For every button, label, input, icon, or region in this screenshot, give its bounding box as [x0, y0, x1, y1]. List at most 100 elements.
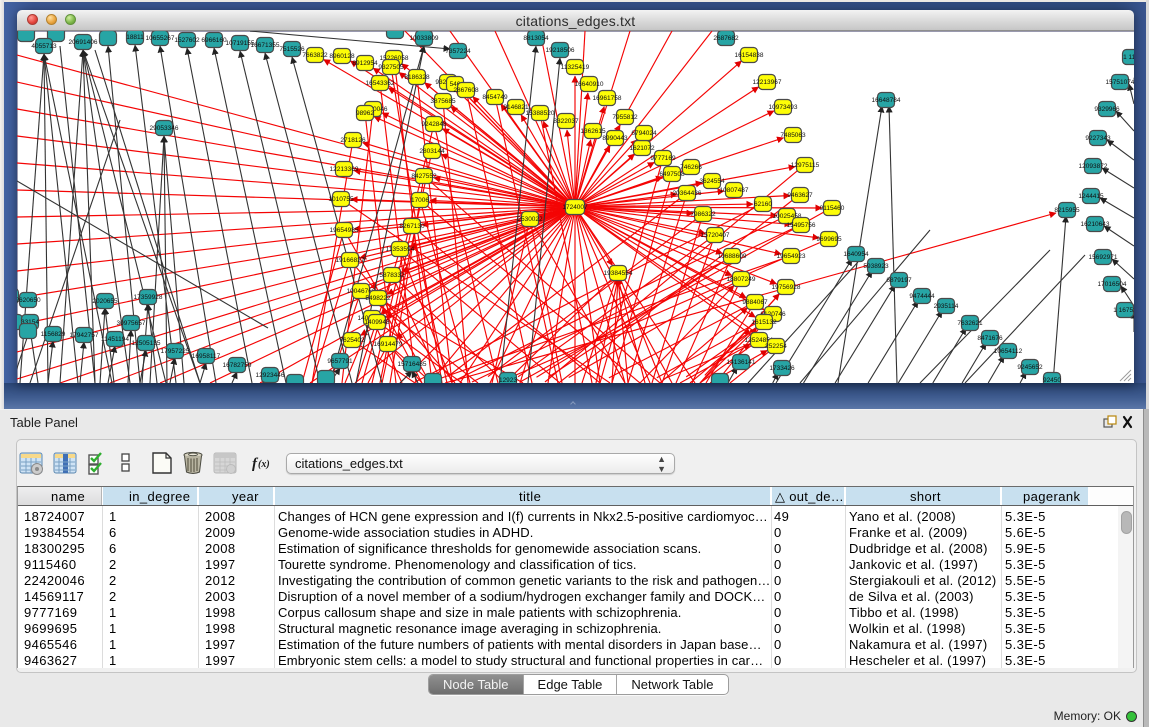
svg-text:92450: 92450: [1043, 377, 1061, 383]
svg-text:16154838: 16154838: [735, 52, 764, 59]
svg-text:7663822: 7663822: [302, 52, 328, 59]
svg-text:8471676: 8471676: [977, 335, 1003, 342]
svg-text:3875685: 3875685: [430, 98, 456, 105]
svg-text:18807249: 18807249: [727, 276, 756, 283]
svg-text:19166827: 19166827: [336, 257, 365, 264]
svg-text:1244415: 1244415: [1078, 193, 1104, 200]
svg-text:5878332: 5878332: [379, 272, 405, 279]
svg-text:1362615: 1362615: [580, 128, 606, 135]
svg-text:15720407: 15720407: [701, 232, 730, 239]
svg-text:2718126: 2718126: [340, 137, 366, 144]
svg-text:16648784: 16648784: [872, 97, 901, 104]
svg-text:15716485: 15716485: [398, 361, 427, 368]
svg-text:9227343: 9227343: [1085, 135, 1111, 142]
svg-text:15495756: 15495756: [787, 222, 816, 229]
svg-text:9699695: 9699695: [816, 236, 842, 243]
svg-text:2687682: 2687682: [713, 35, 739, 42]
svg-text:3624554: 3624554: [699, 178, 725, 185]
svg-text:1010755: 1010755: [328, 196, 354, 203]
svg-text:7625402: 7625402: [339, 337, 365, 344]
svg-text:6794024: 6794024: [631, 130, 657, 137]
svg-text:16782759: 16782759: [223, 362, 252, 369]
svg-text:16958117: 16958117: [192, 353, 221, 360]
svg-text:1733426: 1733426: [769, 365, 795, 372]
svg-text:8267130: 8267130: [399, 223, 425, 230]
svg-text:5498222: 5498222: [365, 295, 391, 302]
svg-text:7357224: 7357224: [445, 48, 471, 55]
svg-text:9329966: 9329966: [1094, 106, 1120, 113]
svg-text:9115460: 9115460: [820, 205, 845, 212]
svg-text:16961758: 16961758: [593, 95, 622, 102]
svg-text:8990443: 8990443: [602, 135, 628, 142]
svg-text:6879197: 6879197: [886, 277, 912, 284]
svg-text:20364436: 20364436: [673, 190, 702, 197]
svg-text:10654112: 10654112: [994, 348, 1023, 355]
svg-text:10655267: 10655267: [146, 35, 175, 42]
svg-text:19218506: 19218506: [546, 47, 575, 54]
svg-text:1409948: 1409948: [364, 319, 390, 326]
svg-text:9245652: 9245652: [1017, 364, 1043, 371]
svg-text:17942757: 17942757: [70, 332, 99, 339]
svg-text:14136141: 14136141: [727, 359, 756, 366]
svg-text:12213369: 12213369: [330, 166, 359, 173]
svg-text:2620650: 2620650: [17, 297, 41, 304]
svg-text:2530022: 2530022: [517, 216, 543, 223]
svg-text:16640910: 16640910: [575, 81, 604, 88]
svg-text:16210643: 16210643: [1081, 221, 1110, 228]
svg-text:6966160: 6966160: [201, 37, 227, 44]
svg-text:19384554: 19384554: [604, 270, 633, 277]
svg-text:29053346: 29053346: [150, 125, 179, 132]
svg-text:6497508: 6497508: [659, 171, 685, 178]
svg-text:16543362: 16543362: [366, 80, 395, 87]
svg-text:17016504: 17016504: [1098, 281, 1127, 288]
svg-text:12505135: 12505135: [132, 340, 161, 347]
svg-text:62160: 62160: [754, 201, 772, 208]
svg-text:15751074: 15751074: [1106, 79, 1134, 86]
svg-text:8912954: 8912954: [352, 60, 378, 67]
svg-text:19654985: 19654985: [330, 227, 359, 234]
svg-text:12093872: 12093872: [1079, 163, 1108, 170]
svg-text:7986322: 7986322: [690, 211, 716, 218]
svg-text:1640954: 1640954: [843, 251, 869, 258]
svg-text:16671355: 16671355: [251, 42, 280, 49]
svg-text:5938923: 5938923: [863, 263, 889, 270]
svg-text:746266: 746266: [680, 164, 702, 171]
svg-text:8813054: 8813054: [523, 35, 549, 42]
svg-text:12923446: 12923446: [256, 372, 285, 379]
svg-text:18811: 18811: [126, 34, 144, 41]
svg-text:9884067: 9884067: [742, 299, 768, 306]
svg-text:8322037: 8322037: [553, 118, 579, 125]
svg-text:12213967: 12213967: [753, 79, 782, 86]
svg-text:9327505: 9327505: [378, 64, 404, 71]
svg-text:10807487: 10807487: [720, 187, 749, 194]
svg-text:8454749: 8454749: [482, 94, 508, 101]
svg-text:7485063: 7485063: [780, 132, 806, 139]
svg-text:19654923: 19654923: [777, 253, 806, 260]
svg-text:10973493: 10973493: [769, 104, 798, 111]
svg-text:8427552: 8427552: [411, 173, 437, 180]
svg-text:2935114: 2935114: [934, 303, 959, 310]
svg-text:11353594: 11353594: [386, 246, 415, 253]
svg-text:2020655: 2020655: [92, 298, 118, 305]
svg-text:15692971: 15692971: [1089, 254, 1118, 261]
svg-text:252254: 252254: [765, 343, 787, 350]
svg-text:1 117: 1 117: [1123, 54, 1134, 61]
svg-text:1621072: 1621072: [629, 145, 655, 152]
svg-text:8186328: 8186328: [404, 74, 430, 81]
svg-text:9474444: 9474444: [909, 293, 935, 300]
svg-text:7955812: 7955812: [612, 114, 638, 121]
svg-text:17359928: 17359928: [134, 294, 163, 301]
svg-text:8960128: 8960128: [329, 53, 355, 60]
svg-text:11325419: 11325419: [561, 64, 590, 71]
svg-text:(x): (x): [258, 459, 270, 470]
svg-text:9657791: 9657791: [327, 358, 353, 365]
svg-text:8215955: 8215955: [1054, 207, 1080, 214]
svg-text:2867608: 2867608: [453, 87, 479, 94]
svg-text:1724007: 1724007: [562, 204, 588, 211]
svg-text:1527602: 1527602: [174, 37, 200, 44]
svg-text:17957225: 17957225: [161, 348, 190, 355]
svg-text:12923: 12923: [499, 377, 517, 383]
svg-text:9463627: 9463627: [787, 192, 813, 199]
svg-text:1 16753: 1 16753: [1113, 307, 1134, 314]
svg-text:2803144: 2803144: [419, 148, 445, 155]
